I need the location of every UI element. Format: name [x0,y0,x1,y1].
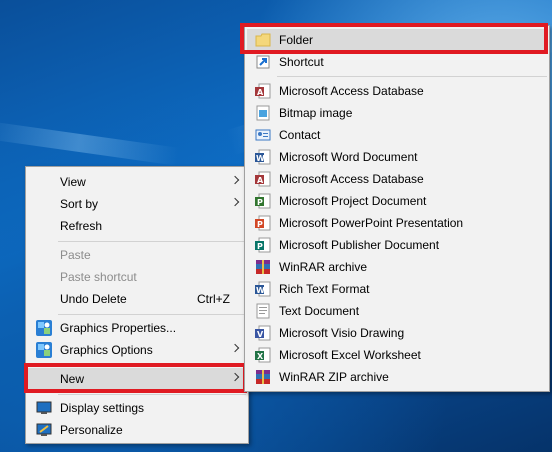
menu-item-label: Personalize [60,423,123,437]
menu-item-label: Display settings [60,401,145,415]
menu-item-shortcut: Ctrl+Z [197,292,230,306]
menu-item-label: Text Document [279,304,360,318]
winrar-icon [255,259,271,275]
word-icon: W [255,149,271,165]
access-icon: A [255,171,271,187]
submenu-item-visio-drawing[interactable]: V Microsoft Visio Drawing [247,322,547,344]
publisher-icon: P [255,237,271,253]
access-icon: A [255,83,271,99]
menu-item-label: WinRAR archive [279,260,368,274]
submenu-item-text-document[interactable]: Text Document [247,300,547,322]
submenu-item-winrar-archive[interactable]: WinRAR archive [247,256,547,278]
contact-icon [255,127,271,143]
menu-item-label: View [60,175,86,189]
desktop-context-menu: View Sort by Refresh Paste Paste shortcu… [25,166,249,444]
menu-item-label: Sort by [60,197,99,211]
svg-text:A: A [257,88,264,97]
svg-text:V: V [257,330,264,339]
menu-item-label: Rich Text Format [279,282,370,296]
submenu-item-access-database[interactable]: A Microsoft Access Database [247,80,547,102]
svg-text:X: X [257,352,264,361]
menu-item-label: Microsoft Access Database [279,84,424,98]
submenu-item-access-database-2[interactable]: A Microsoft Access Database [247,168,547,190]
menu-item-graphics-options[interactable]: Graphics Options [28,339,246,361]
submenu-item-word-document[interactable]: W Microsoft Word Document [247,146,547,168]
rtf-icon: W [255,281,271,297]
project-icon: P [255,193,271,209]
graphics-icon [36,320,52,336]
menu-item-personalize[interactable]: Personalize [28,419,246,441]
svg-text:W: W [256,154,265,163]
menu-item-label: Bitmap image [279,106,353,120]
chevron-right-icon [230,175,240,185]
excel-icon: X [255,347,271,363]
menu-item-label: Undo Delete [60,292,127,306]
svg-text:W: W [256,286,265,295]
powerpoint-icon: P [255,215,271,231]
chevron-right-icon [230,197,240,207]
personalize-icon [36,422,52,438]
submenu-item-rich-text-format[interactable]: W Rich Text Format [247,278,547,300]
submenu-item-publisher-document[interactable]: P Microsoft Publisher Document [247,234,547,256]
menu-item-label: Graphics Properties... [60,321,177,335]
svg-text:A: A [257,176,264,185]
menu-item-label: Microsoft Project Document [279,194,427,208]
highlight-box-new [24,363,247,393]
graphics-icon [36,342,52,358]
menu-item-label: Paste [60,248,91,262]
chevron-right-icon [230,343,240,353]
menu-item-view[interactable]: View [28,171,246,193]
menu-item-label: Paste shortcut [60,270,137,284]
light-beam [0,120,180,166]
menu-item-label: Microsoft Word Document [279,150,418,164]
menu-item-undo-delete[interactable]: Undo Delete Ctrl+Z [28,288,246,310]
submenu-item-winrar-zip-archive[interactable]: WinRAR ZIP archive [247,366,547,388]
menu-item-label: Microsoft Publisher Document [279,238,440,252]
menu-item-label: Shortcut [279,55,324,69]
menu-item-display-settings[interactable]: Display settings [28,397,246,419]
menu-item-label: Contact [279,128,321,142]
menu-item-label: Microsoft Excel Worksheet [279,348,421,362]
menu-item-paste[interactable]: Paste [28,244,246,266]
submenu-item-contact[interactable]: Contact [247,124,547,146]
menu-item-sort-by[interactable]: Sort by [28,193,246,215]
svg-text:P: P [257,198,263,207]
visio-icon: V [255,325,271,341]
menu-separator [58,241,246,242]
menu-item-label: Graphics Options [60,343,153,357]
menu-item-label: Microsoft Visio Drawing [279,326,405,340]
submenu-item-bitmap-image[interactable]: Bitmap image [247,102,547,124]
menu-separator [58,394,246,395]
menu-item-label: Refresh [60,219,103,233]
menu-item-label: Microsoft PowerPoint Presentation [279,216,464,230]
submenu-item-shortcut[interactable]: Shortcut [247,51,547,73]
winrar-zip-icon [255,369,271,385]
text-document-icon [255,303,271,319]
svg-text:P: P [257,242,263,251]
svg-text:P: P [257,220,263,229]
menu-item-paste-shortcut[interactable]: Paste shortcut [28,266,246,288]
bitmap-icon [255,105,271,121]
menu-separator [277,76,547,77]
submenu-item-project-document[interactable]: P Microsoft Project Document [247,190,547,212]
menu-item-refresh[interactable]: Refresh [28,215,246,237]
display-icon [36,400,52,416]
menu-item-label: WinRAR ZIP archive [279,370,389,384]
submenu-item-powerpoint-presentation[interactable]: P Microsoft PowerPoint Presentation [247,212,547,234]
highlight-box-folder [240,23,548,54]
menu-item-label: Microsoft Access Database [279,172,424,186]
shortcut-icon [255,54,271,70]
menu-item-graphics-properties[interactable]: Graphics Properties... [28,317,246,339]
menu-separator [58,314,246,315]
new-submenu: Folder Shortcut A Microsoft Access Datab… [244,25,550,392]
submenu-item-excel-worksheet[interactable]: X Microsoft Excel Worksheet [247,344,547,366]
